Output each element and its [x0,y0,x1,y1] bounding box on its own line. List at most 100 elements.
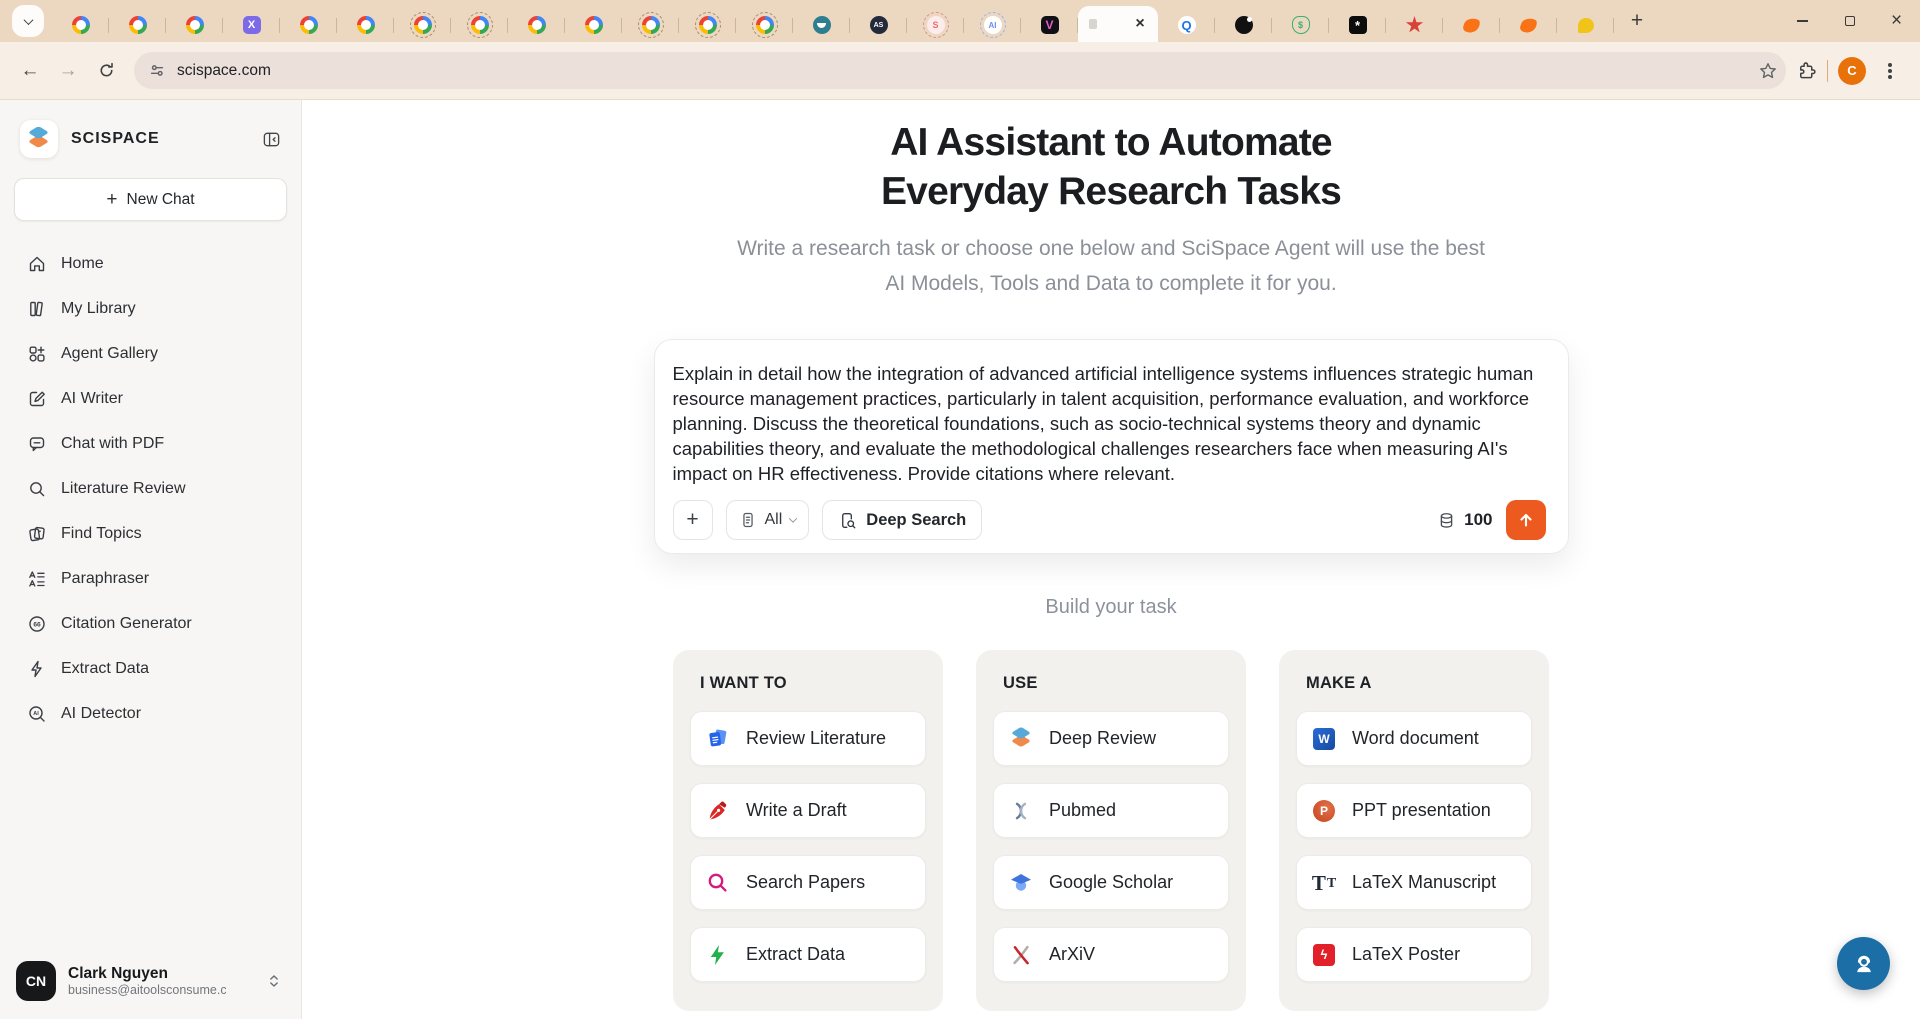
sidebar-item-extract-data[interactable]: Extract Data [0,646,301,691]
google-favicon [299,16,318,34]
reload-button[interactable] [88,53,124,89]
latex-poster-icon [1312,943,1336,967]
browser-tab[interactable]: * [1329,8,1386,42]
browser-tab[interactable] [280,8,337,42]
submit-button[interactable] [1505,500,1546,540]
browser-menu-icon[interactable] [1888,68,1892,73]
arxiv-button[interactable]: ArXiV [993,927,1229,982]
axiom-favicon: X [242,16,261,34]
sidebar-item-paraphraser[interactable]: Paraphraser [0,556,301,601]
browser-tab[interactable]: S [907,8,964,42]
deep-review-button[interactable]: Deep Review [993,711,1229,766]
browser-tab[interactable] [166,8,223,42]
column-make-a: MAKE A Word document PPT presentation La… [1279,650,1549,1011]
ppt-icon [1312,799,1336,823]
sidebar-item-chat-with-pdf[interactable]: Chat with PDF [0,421,301,466]
sidebar-collapse-button[interactable] [262,130,281,149]
browser-tab[interactable] [622,8,679,42]
google-favicon [71,16,90,34]
close-window-button[interactable] [1873,0,1920,42]
address-bar[interactable]: scispace.com [134,52,1786,89]
maximize-button[interactable] [1826,0,1873,42]
browser-tab[interactable]: X [223,8,280,42]
paraphraser-icon [27,569,47,589]
browser-tab[interactable] [337,8,394,42]
home-icon [27,254,47,274]
minimize-button[interactable] [1779,0,1826,42]
tab-search-button[interactable] [12,5,44,37]
build-your-task-label: Build your task [1045,596,1177,618]
google-favicon [185,16,204,34]
sidebar-item-agent-gallery[interactable]: Agent Gallery [0,331,301,376]
ppt-presentation-button[interactable]: PPT presentation [1296,783,1532,838]
browser-tab[interactable]: V [1021,8,1078,42]
chat-app-favicon [1577,17,1594,33]
sidebar-item-ai-detector[interactable]: AI AI Detector [0,691,301,736]
card-button-label: Write a Draft [746,800,847,820]
browser-tab[interactable] [1443,8,1500,42]
browser-tab[interactable]: Q [1158,8,1215,42]
browser-tab[interactable] [736,8,793,42]
search-papers-button[interactable]: Search Papers [690,855,926,910]
browser-tab[interactable] [394,8,451,42]
browser-tab[interactable] [1215,8,1272,42]
sidebar-item-home[interactable]: Home [0,241,301,286]
browser-tab[interactable] [793,8,850,42]
sidebar-item-find-topics[interactable]: Find Topics [0,511,301,556]
browser-tab[interactable] [679,8,736,42]
browser-tab[interactable] [508,8,565,42]
scispace-logo-icon[interactable] [20,120,58,158]
word-document-button[interactable]: Word document [1296,711,1532,766]
browser-tab[interactable] [109,8,166,42]
sidebar-item-ai-writer[interactable]: AI Writer [0,376,301,421]
card-button-label: Pubmed [1049,800,1117,820]
forward-button[interactable] [50,53,86,89]
latex-poster-button[interactable]: LaTeX Poster [1296,927,1532,982]
arrow-up-icon [1519,513,1532,527]
sidebar-item-citation-generator[interactable]: 66 Citation Generator [0,601,301,646]
prompt-input[interactable]: Explain in detail how the integration of… [673,361,1546,486]
browser-tab[interactable]: $ [1272,8,1329,42]
deep-search-button[interactable]: Deep Search [822,500,983,540]
pink-dashed-favicon: S [922,12,949,38]
browser-tab[interactable] [451,8,508,42]
sidebar-item-literature-review[interactable]: Literature Review [0,466,301,511]
new-chat-button[interactable]: New Chat [14,178,287,221]
support-chat-button[interactable] [1837,937,1890,990]
new-tab-button[interactable] [1622,6,1652,36]
browser-tab[interactable]: AS [850,8,907,42]
library-icon [27,299,47,319]
write-a-draft-button[interactable]: Write a Draft [690,783,926,838]
browser-tab[interactable] [1557,8,1614,42]
google-scholar-button[interactable]: Google Scholar [993,855,1229,910]
browser-tab[interactable] [1386,8,1443,42]
source-filter-dropdown[interactable]: All [725,500,810,540]
profile-section[interactable]: CN Clark Nguyen business@aitoolsconsume.… [0,947,301,1019]
pubmed-button[interactable]: Pubmed [993,783,1229,838]
browser-tab[interactable] [52,8,109,42]
active-tab-favicon [1089,19,1097,29]
browser-tab[interactable] [1500,8,1557,42]
browser-tab[interactable]: AI [964,8,1021,42]
site-settings-icon[interactable] [148,62,166,80]
browser-tab[interactable] [565,8,622,42]
bookmark-star-icon[interactable] [1758,61,1778,81]
review-literature-button[interactable]: Review Literature [690,711,926,766]
browser-profile-avatar[interactable]: C [1838,56,1866,85]
support-agent-icon [1856,955,1871,972]
latex-manuscript-button[interactable]: LaTeX Manuscript [1296,855,1532,910]
back-button[interactable] [12,53,48,89]
attach-button[interactable] [672,500,713,540]
v-app-favicon: V [1040,16,1059,34]
extensions-icon[interactable] [1796,60,1817,81]
tab-close-icon[interactable] [1131,15,1149,33]
sidebar-item-my-library[interactable]: My Library [0,286,301,331]
bomb-app-favicon [1234,16,1253,34]
agent-gallery-icon [27,344,47,364]
active-tab-scispace[interactable] [1078,6,1158,42]
reload-icon [99,62,113,77]
extract-data-button[interactable]: Extract Data [690,927,926,982]
profile-switcher-icon[interactable] [265,971,283,991]
ai-dashed-favicon: AI [979,12,1006,38]
pubmed-icon [1009,799,1033,823]
